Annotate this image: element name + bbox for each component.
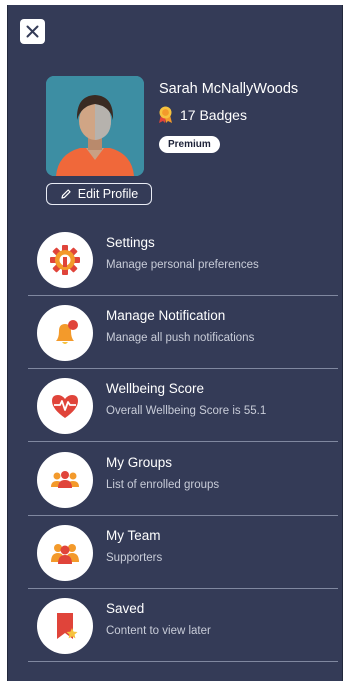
close-icon <box>26 25 39 38</box>
divider <box>28 295 338 296</box>
menu-subtitle: Manage personal preferences <box>106 259 259 271</box>
menu-item-saved[interactable]: Saved Content to view later <box>28 590 338 662</box>
divider <box>28 661 338 662</box>
divider <box>28 588 338 589</box>
menu-icon-circle <box>37 378 93 434</box>
menu-title: My Team <box>106 528 161 543</box>
menu-item-notifications[interactable]: Manage Notification Manage all push noti… <box>28 297 338 369</box>
avatar <box>46 76 144 176</box>
menu-icon-circle <box>37 525 93 581</box>
premium-badge: Premium <box>159 136 220 153</box>
badges-count[interactable]: 17 Badges <box>158 106 247 124</box>
menu-item-settings[interactable]: Settings Manage personal preferences <box>28 224 338 296</box>
menu-icon-circle <box>37 232 93 288</box>
heart-pulse-icon <box>52 395 78 418</box>
team-icon <box>51 544 79 564</box>
close-button[interactable] <box>20 19 45 44</box>
bookmark-icon <box>57 613 78 639</box>
edit-profile-label: Edit Profile <box>77 187 139 201</box>
side-drawer: Edit Profile Sarah McNallyWoods 17 Badge… <box>7 5 343 681</box>
menu-subtitle: Supporters <box>106 552 163 564</box>
pencil-icon <box>61 189 71 199</box>
menu-icon-circle <box>37 305 93 361</box>
menu-title: Settings <box>106 235 155 250</box>
divider <box>28 515 338 516</box>
app-frame: Edit Profile Sarah McNallyWoods 17 Badge… <box>0 0 349 684</box>
badges-label: 17 Badges <box>180 107 247 123</box>
bell-icon <box>56 320 78 344</box>
menu-item-team[interactable]: My Team Supporters <box>28 517 338 589</box>
menu-subtitle: Content to view later <box>106 625 211 637</box>
menu-item-groups[interactable]: My Groups List of enrolled groups <box>28 444 338 516</box>
menu-item-wellbeing[interactable]: Wellbeing Score Overall Wellbeing Score … <box>28 370 338 442</box>
group-icon <box>51 471 79 488</box>
menu-subtitle: Overall Wellbeing Score is 55.1 <box>106 405 267 417</box>
medal-icon <box>159 106 172 123</box>
gear-icon <box>50 245 80 275</box>
menu-subtitle: Manage all push notifications <box>106 332 255 344</box>
menu-title: Manage Notification <box>106 308 226 323</box>
menu-icon-circle <box>37 598 93 654</box>
menu-title: Wellbeing Score <box>106 381 205 396</box>
user-name: Sarah McNallyWoods <box>159 81 299 97</box>
menu-icon-circle <box>37 452 93 508</box>
divider <box>28 441 338 442</box>
menu-title: Saved <box>106 601 145 616</box>
menu-title: My Groups <box>106 455 173 470</box>
menu-subtitle: List of enrolled groups <box>106 479 220 491</box>
divider <box>28 368 338 369</box>
edit-profile-button[interactable]: Edit Profile <box>46 183 152 205</box>
